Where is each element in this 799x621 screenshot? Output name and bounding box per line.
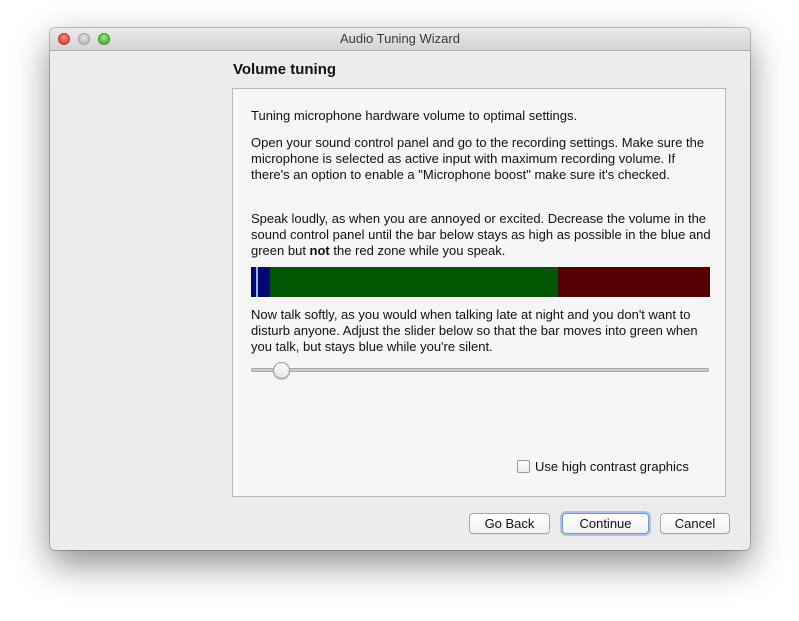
high-contrast-option[interactable]: Use high contrast graphics	[517, 459, 689, 474]
soft-speech-instructions: Now talk softly, as you would when talki…	[251, 307, 698, 354]
loud-speech-instructions: Speak loudly, as when you are annoyed or…	[251, 211, 711, 259]
audio-tuning-wizard-window: Audio Tuning Wizard Volume tuning Tuning…	[50, 28, 750, 550]
continue-button[interactable]: Continue	[562, 513, 649, 534]
go-back-button[interactable]: Go Back	[469, 513, 550, 534]
intro-text: Tuning microphone hardware volume to opt…	[251, 108, 578, 123]
loud-speech-text-end: the red zone while you speak.	[329, 243, 506, 258]
window-title: Audio Tuning Wizard	[340, 31, 460, 46]
high-contrast-checkbox[interactable]	[517, 460, 530, 473]
meter-green-zone	[270, 267, 558, 297]
meter-blue-zone	[251, 267, 270, 297]
meter-red-zone	[558, 267, 710, 297]
wizard-sidebar	[50, 51, 220, 550]
volume-tuning-panel: Tuning microphone hardware volume to opt…	[232, 88, 726, 497]
meter-level-indicator	[256, 267, 258, 297]
volume-meter-bar	[251, 267, 710, 297]
high-contrast-label[interactable]: Use high contrast graphics	[535, 459, 689, 474]
page-heading: Volume tuning	[233, 61, 337, 78]
voice-activity-slider-track[interactable]	[251, 368, 709, 372]
sound-panel-instructions: Open your sound control panel and go to …	[251, 135, 705, 182]
title-bar[interactable]: Audio Tuning Wizard	[50, 28, 750, 51]
voice-activity-slider-thumb[interactable]	[273, 362, 290, 379]
cancel-button[interactable]: Cancel	[660, 513, 730, 534]
loud-speech-emphasis: not	[309, 243, 330, 258]
